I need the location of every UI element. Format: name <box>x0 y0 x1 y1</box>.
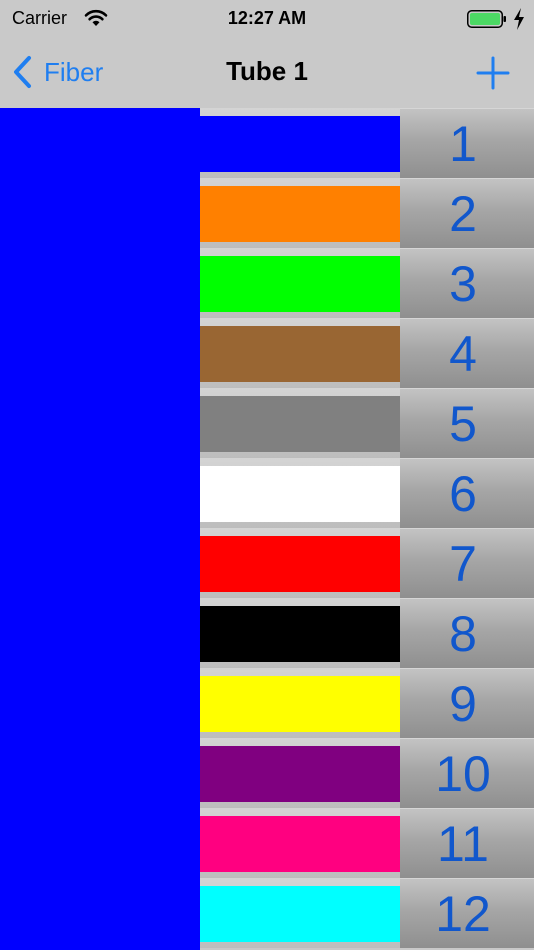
fiber-color-swatch <box>200 816 400 872</box>
fiber-row[interactable]: 1 <box>200 108 534 178</box>
fiber-number-cell: 5 <box>400 388 534 458</box>
fiber-number-cell: 2 <box>400 178 534 248</box>
fiber-row[interactable]: 7 <box>200 528 534 598</box>
fiber-number-cell: 6 <box>400 458 534 528</box>
fiber-row[interactable]: 12 <box>200 878 534 948</box>
fiber-row[interactable]: 6 <box>200 458 534 528</box>
fiber-color-swatch <box>200 466 400 522</box>
fiber-color-swatch <box>200 886 400 942</box>
fiber-number-cell: 4 <box>400 318 534 388</box>
fiber-row[interactable]: 8 <box>200 598 534 668</box>
fiber-row[interactable]: 2 <box>200 178 534 248</box>
fiber-row[interactable]: 10 <box>200 738 534 808</box>
fiber-number-cell: 1 <box>400 108 534 178</box>
fiber-number: 8 <box>449 606 477 662</box>
fiber-number: 6 <box>449 466 477 522</box>
fiber-number: 1 <box>449 116 477 172</box>
fiber-number: 7 <box>449 536 477 592</box>
fiber-row[interactable]: 3 <box>200 248 534 318</box>
fiber-number: 2 <box>449 186 477 242</box>
fiber-list: 1 2 3 4 5 6 7 8 9 10 11 12 <box>200 108 534 950</box>
fiber-row[interactable]: 5 <box>200 388 534 458</box>
status-time: 12:27 AM <box>227 8 307 28</box>
fiber-number: 9 <box>449 676 477 732</box>
fiber-number-cell: 3 <box>400 248 534 318</box>
fiber-number-cell: 10 <box>400 738 534 808</box>
battery-icon <box>467 10 506 28</box>
fiber-number-cell: 12 <box>400 878 534 948</box>
fiber-number: 4 <box>449 326 477 382</box>
status-bar: Carrier 12:27 AM <box>0 0 534 38</box>
fiber-number-cell: 11 <box>400 808 534 878</box>
fiber-number: 5 <box>449 396 477 452</box>
fiber-color-swatch <box>200 606 400 662</box>
fiber-color-swatch <box>200 326 400 382</box>
fiber-number-cell: 9 <box>400 668 534 738</box>
fiber-color-swatch <box>200 116 400 172</box>
navigation-bar: Fiber Tube 1 <box>0 38 534 108</box>
page-title: Tube 1 <box>226 56 308 86</box>
fiber-number-cell: 7 <box>400 528 534 598</box>
fiber-color-swatch <box>200 396 400 452</box>
fiber-row[interactable]: 4 <box>200 318 534 388</box>
tube-color-bar <box>0 108 200 950</box>
fiber-color-swatch <box>200 536 400 592</box>
fiber-number: 12 <box>435 886 491 942</box>
fiber-number: 3 <box>449 256 477 312</box>
plus-icon[interactable] <box>474 54 512 92</box>
fiber-row[interactable]: 9 <box>200 668 534 738</box>
fiber-color-swatch <box>200 186 400 242</box>
fiber-number: 11 <box>437 816 489 872</box>
charging-bolt-icon <box>514 8 524 30</box>
fiber-number: 10 <box>435 746 491 802</box>
fiber-number-cell: 8 <box>400 598 534 668</box>
fiber-color-swatch <box>200 746 400 802</box>
fiber-row[interactable]: 11 <box>200 808 534 878</box>
fiber-color-swatch <box>200 676 400 732</box>
fiber-color-swatch <box>200 256 400 312</box>
